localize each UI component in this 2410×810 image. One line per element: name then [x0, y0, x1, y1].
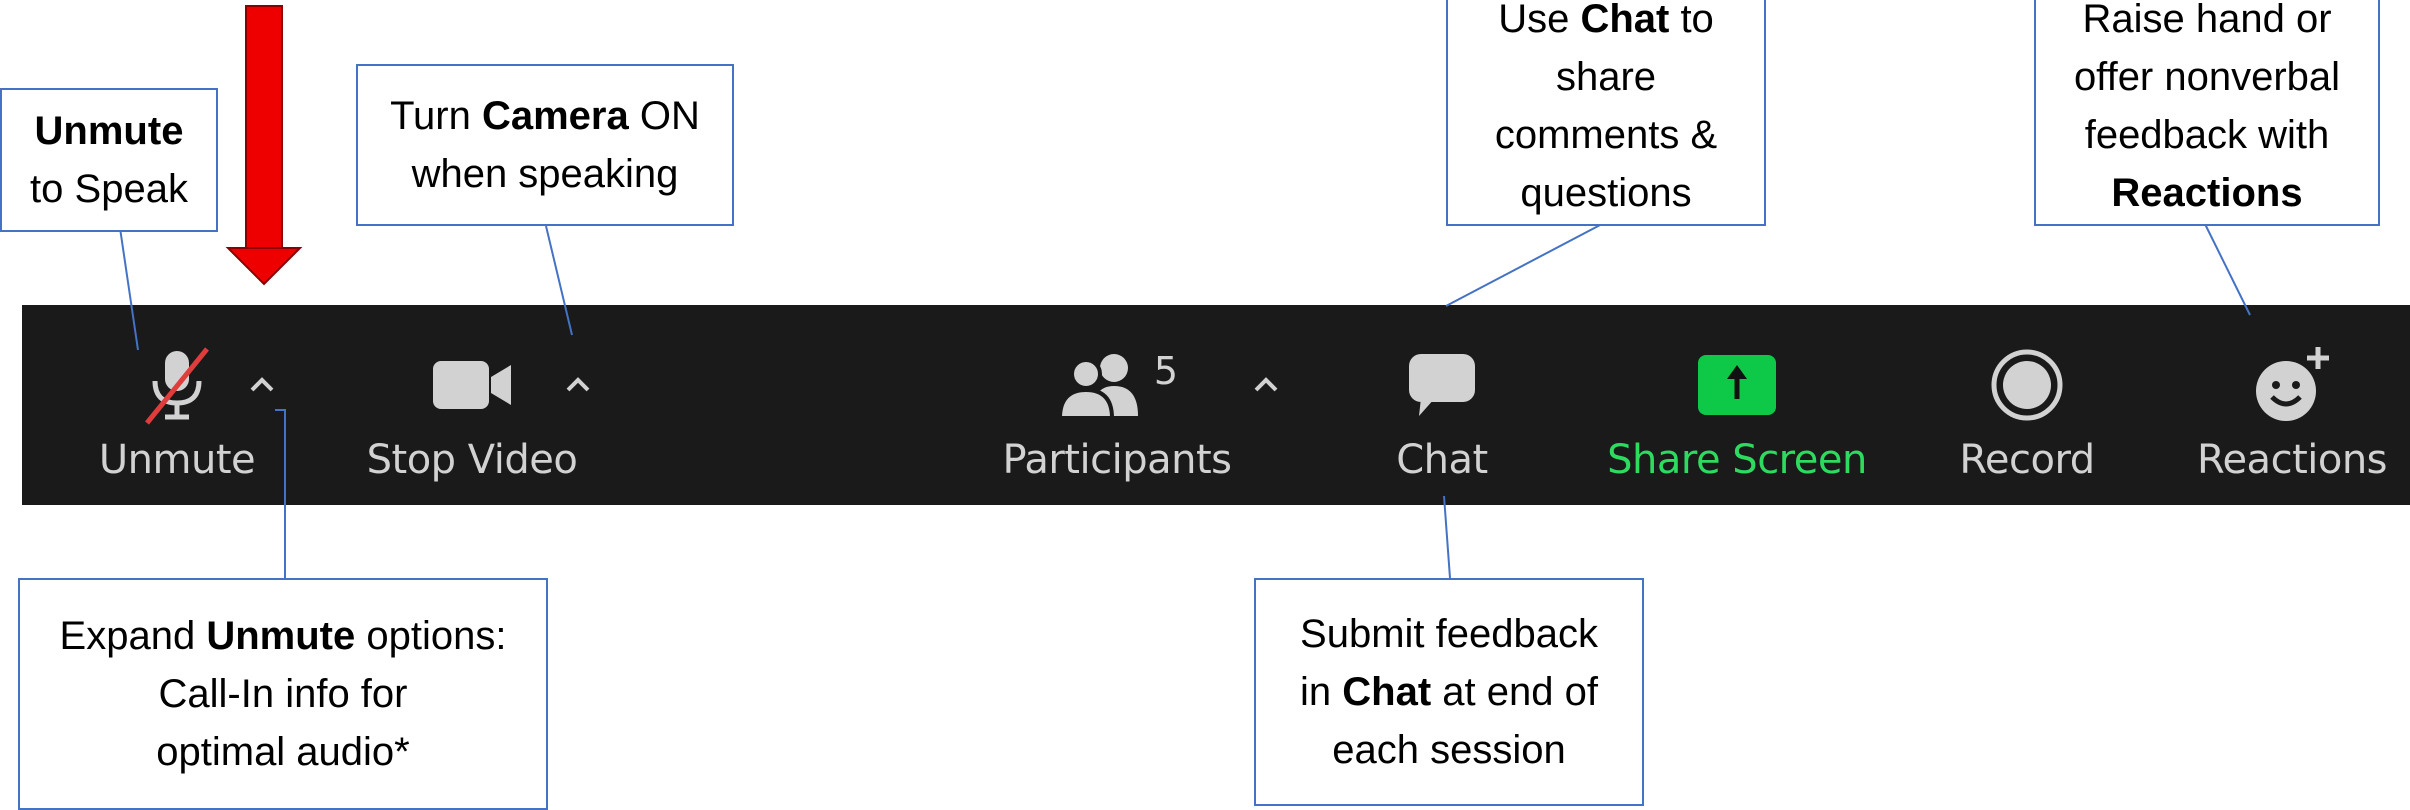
chat-bottom-callout-pre: in [1300, 670, 1343, 714]
reactions-callout-line3: feedback with [2084, 113, 2330, 157]
unmute-callout-bold: Unmute [34, 109, 184, 153]
reactions-callout-line1: Raise hand or [2082, 0, 2332, 41]
chat-top-callout-pre: Use [1498, 0, 1581, 41]
reactions-callout-line2: offer nonverbal [2073, 55, 2341, 99]
expand-callout-line2: Call-In info for [158, 672, 408, 716]
red-down-arrow-icon [225, 5, 303, 286]
expand-callout-post: options: [355, 614, 507, 658]
expand-unmute-callout: Expand Unmute options: Call-In info for … [18, 578, 548, 810]
unmute-callout: Unmute to Speak [0, 88, 218, 232]
unmute-callout-line2: to Speak [30, 167, 188, 211]
chat-bottom-callout-bold: Chat [1342, 670, 1432, 714]
expand-callout-bold: Unmute [206, 614, 356, 658]
camera-callout: Turn Camera ON when speaking [356, 64, 734, 226]
camera-callout-line2: when speaking [411, 152, 679, 196]
chat-top-callout-bold: Chat [1580, 0, 1670, 41]
chat-top-callout-line4: questions [1520, 171, 1692, 215]
chat-top-callout-post: to [1669, 0, 1714, 41]
chat-bottom-callout-line3: each session [1332, 728, 1566, 772]
reactions-callout: Raise hand or offer nonverbal feedback w… [2034, 0, 2380, 226]
reactions-callout-bold: Reactions [2111, 171, 2303, 215]
expand-callout-line3: optimal audio* [156, 730, 410, 774]
chat-top-callout-line3: comments & [1494, 113, 1718, 157]
expand-callout-pre: Expand [59, 614, 207, 658]
chat-feedback-callout: Submit feedback in Chat at end of each s… [1254, 578, 1644, 806]
camera-callout-bold: Camera [481, 94, 629, 138]
camera-callout-pre: Turn [390, 94, 482, 138]
camera-callout-post: ON [628, 94, 700, 138]
chat-top-callout-line2: share [1555, 55, 1657, 99]
chat-bottom-callout-line1: Submit feedback [1300, 612, 1598, 656]
chat-bottom-callout-post: at end of [1431, 670, 1598, 714]
chat-top-callout: Use Chat to share comments & questions [1446, 0, 1766, 226]
